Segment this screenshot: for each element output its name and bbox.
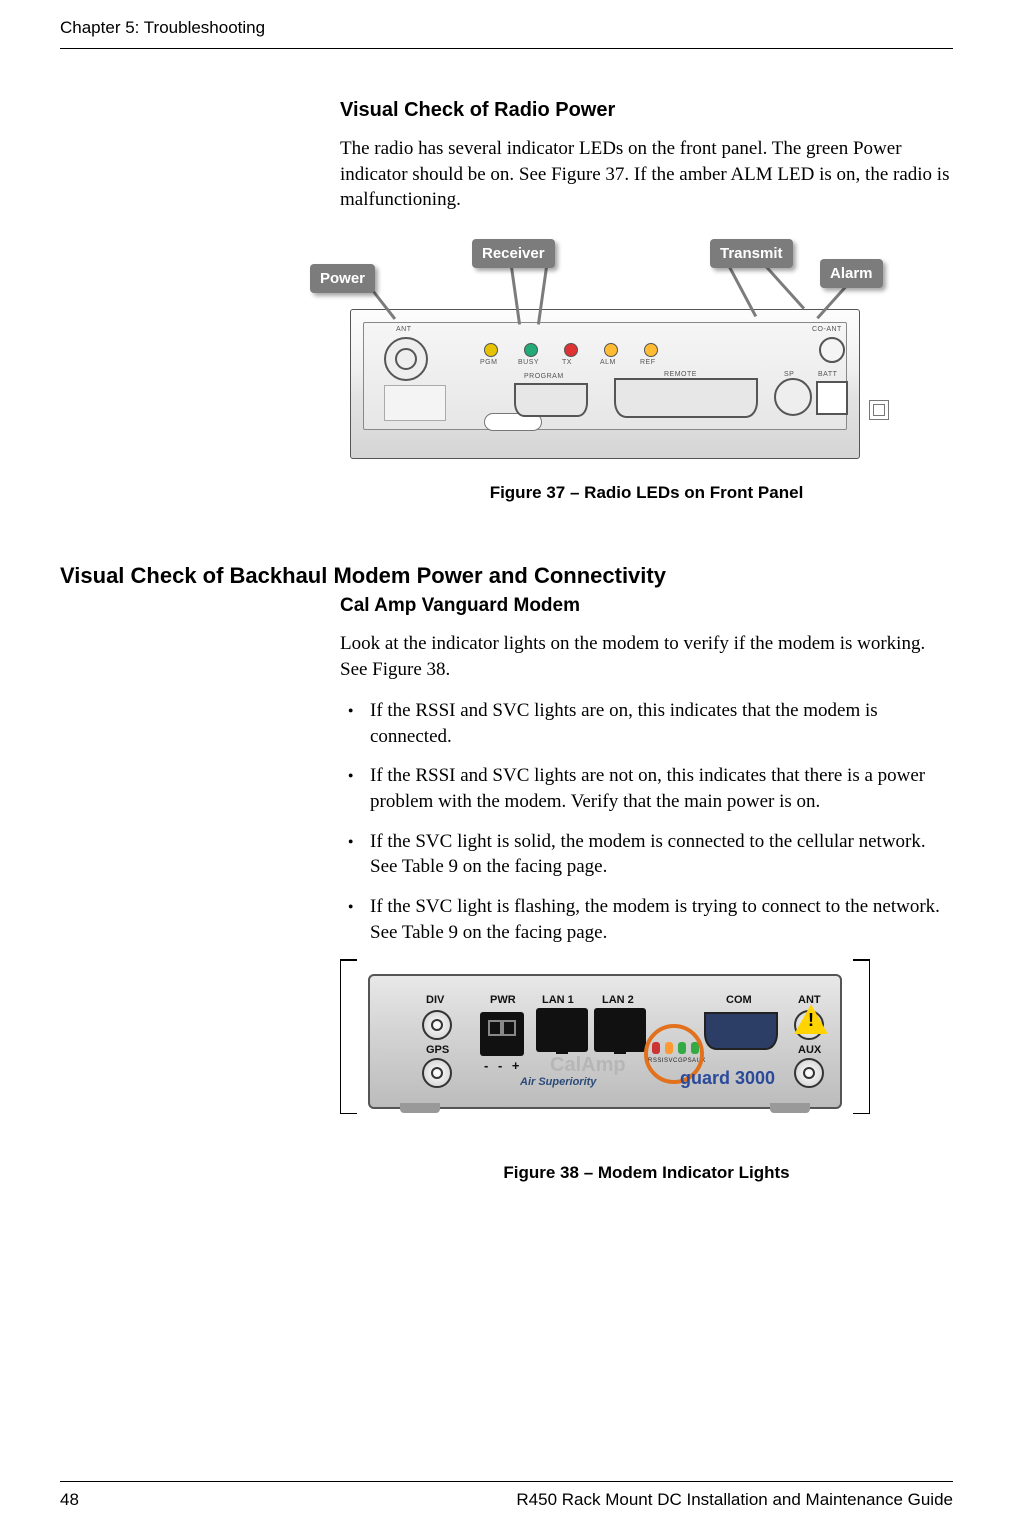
modem-foot-icon: [400, 1103, 440, 1113]
list-item: If the RSSI and SVC lights are on, this …: [366, 698, 953, 749]
resize-marker-icon: [869, 400, 889, 420]
led-pgm-icon: [484, 343, 498, 357]
paragraph-radio-power: The radio has several indicator LEDs on …: [340, 136, 953, 213]
led-busy-icon: [524, 343, 538, 357]
label-batt: BATT: [818, 371, 837, 378]
label-gps: GPS: [426, 1044, 449, 1056]
doc-title: R450 Rack Mount DC Installation and Main…: [516, 1490, 953, 1510]
info-plate-icon: [384, 385, 446, 421]
figure-37-caption: Figure 37 – Radio LEDs on Front Panel: [340, 483, 953, 503]
callout-receiver: Receiver: [472, 239, 555, 268]
label-sp: SP: [784, 371, 794, 378]
label-ant: ANT: [798, 994, 821, 1006]
led-tx-icon: [564, 343, 578, 357]
gps-connector-icon: [422, 1058, 452, 1088]
paragraph-modem-intro: Look at the indicator lights on the mode…: [340, 631, 953, 682]
bullet-list: If the RSSI and SVC lights are on, this …: [340, 698, 953, 945]
aux-connector-icon: [794, 1058, 824, 1088]
callout-transmit: Transmit: [710, 239, 793, 268]
speaker-port-icon: [774, 378, 812, 416]
label-com: COM: [726, 994, 752, 1006]
label-tx: TX: [562, 359, 572, 366]
batt-port-icon: [816, 381, 848, 415]
label-ref: REF: [640, 359, 656, 366]
page-footer: 48 R450 Rack Mount DC Installation and M…: [60, 1481, 953, 1510]
model-text: guard 3000: [680, 1068, 775, 1089]
section-heading-backhaul: Visual Check of Backhaul Modem Power and…: [60, 563, 953, 589]
led-ref-icon: [644, 343, 658, 357]
label-lan1: LAN 1: [542, 994, 574, 1006]
tagline-text: Air Superiority: [520, 1076, 596, 1088]
bracket-right-icon: [859, 959, 870, 1114]
page-header: Chapter 5: Troubleshooting: [60, 18, 953, 49]
led-alm-icon: [604, 343, 618, 357]
label-remote: REMOTE: [664, 371, 697, 378]
callout-power: Power: [310, 264, 375, 293]
com-port-icon: [704, 1012, 778, 1050]
figure-38: DIV PWR LAN 1 LAN 2 COM ANT GPS AUX - - …: [340, 959, 953, 1183]
figure-37: Power Receiver Transmit Alarm ANT: [340, 229, 953, 503]
list-item: If the RSSI and SVC lights are not on, t…: [366, 763, 953, 814]
label-coant: CO-ANT: [812, 326, 842, 333]
div-connector-icon: [422, 1010, 452, 1040]
modem-foot-icon: [770, 1103, 810, 1113]
label-pwr: PWR: [490, 994, 516, 1006]
co-ant-connector-icon: [819, 337, 845, 363]
power-block-icon: [480, 1012, 524, 1056]
label-ant: ANT: [396, 326, 412, 333]
bracket-left-icon: [340, 959, 351, 1114]
callout-alarm: Alarm: [820, 259, 883, 288]
list-item: If the SVC light is flashing, the modem …: [366, 894, 953, 945]
lan1-port-icon: [536, 1008, 588, 1052]
label-aux: AUX: [798, 1044, 821, 1056]
section-heading-radio-power: Visual Check of Radio Power: [340, 99, 953, 122]
modem-front-panel: DIV PWR LAN 1 LAN 2 COM ANT GPS AUX - - …: [368, 974, 842, 1109]
brand-text: CalAmp: [550, 1054, 626, 1077]
label-alm: ALM: [600, 359, 616, 366]
polarity-label: - - +: [484, 1058, 522, 1073]
label-div: DIV: [426, 994, 444, 1006]
db9-port-icon: [514, 383, 588, 417]
list-item: If the SVC light is solid, the modem is …: [366, 829, 953, 880]
label-program: PROGRAM: [524, 373, 564, 380]
page-number: 48: [60, 1490, 79, 1510]
label-pgm: PGM: [480, 359, 497, 366]
lan2-port-icon: [594, 1008, 646, 1052]
label-lan2: LAN 2: [602, 994, 634, 1006]
figure-38-caption: Figure 38 – Modem Indicator Lights: [340, 1163, 953, 1183]
db25-port-icon: [614, 378, 758, 418]
subheading-calamp: Cal Amp Vanguard Modem: [340, 595, 953, 617]
radio-front-panel: ANT PGM BUSY TX ALM REF PROGRAM REMOTE: [350, 309, 860, 459]
antenna-connector-icon: [384, 337, 428, 381]
label-busy: BUSY: [518, 359, 539, 366]
